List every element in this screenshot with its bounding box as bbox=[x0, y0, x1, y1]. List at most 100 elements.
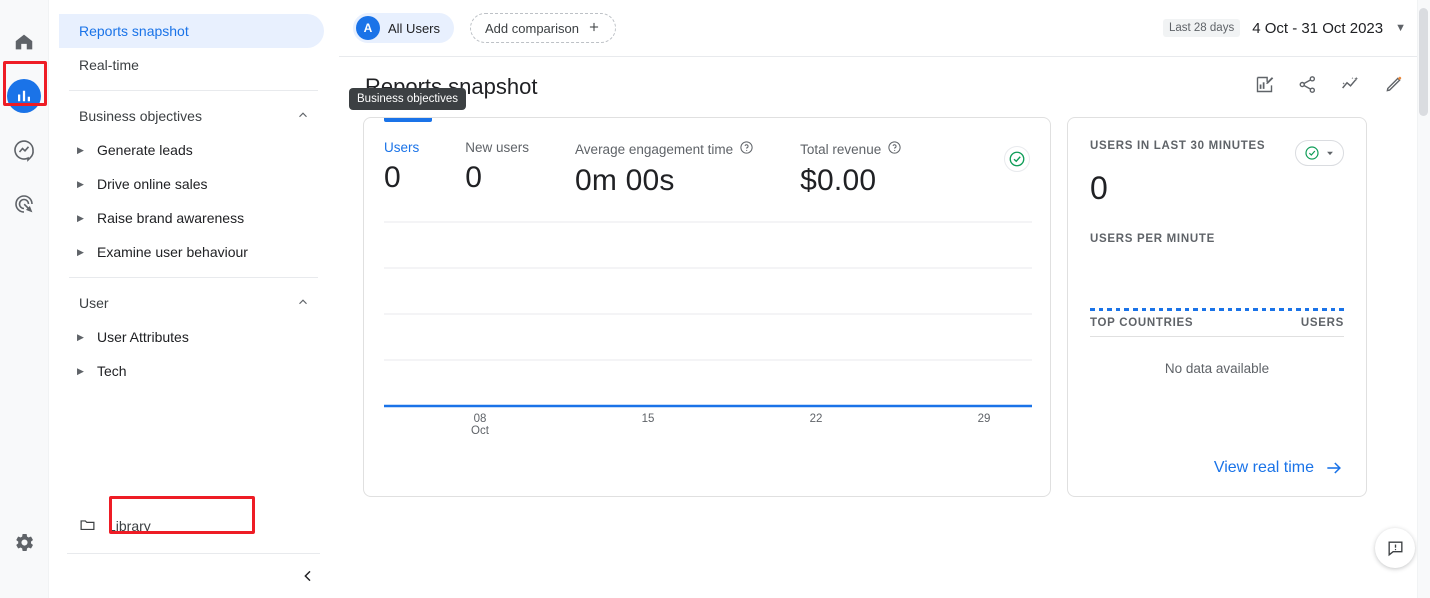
bar bbox=[1158, 308, 1164, 311]
date-range-selector[interactable]: Last 28 days 4 Oct - 31 Oct 2023 ▼ bbox=[1162, 19, 1406, 37]
metric-users[interactable]: Users 0 bbox=[384, 140, 419, 195]
sidebar-item-label: User Attributes bbox=[97, 329, 189, 345]
chevron-right-icon: ▶ bbox=[77, 178, 84, 189]
bar bbox=[1210, 308, 1215, 311]
feedback-icon bbox=[1387, 540, 1403, 556]
chevron-left-icon bbox=[304, 570, 311, 582]
sidebar-group-label: Business objectives bbox=[79, 108, 202, 124]
active-tab-indicator bbox=[384, 118, 432, 122]
nav-divider-1 bbox=[69, 90, 318, 91]
bar bbox=[1339, 308, 1344, 311]
sidebar-item-library[interactable]: Library bbox=[59, 509, 324, 543]
analytics-app: Reports snapshot Real-time Business obje… bbox=[0, 0, 1430, 598]
bar bbox=[1201, 308, 1207, 311]
insights-icon[interactable] bbox=[1340, 74, 1361, 100]
metric-average-engagement-time[interactable]: Average engagement time 0m 00s bbox=[575, 140, 754, 198]
sidebar-item-user-attributes[interactable]: ▶ User Attributes bbox=[59, 320, 338, 354]
bar bbox=[1313, 308, 1319, 311]
chevron-up-icon[interactable] bbox=[296, 295, 310, 312]
metric-label: New users bbox=[465, 140, 530, 155]
bar bbox=[1175, 308, 1181, 311]
chevron-up-icon[interactable] bbox=[296, 108, 310, 125]
check-circle-icon bbox=[1305, 146, 1319, 160]
bar bbox=[1184, 308, 1190, 311]
plus-icon bbox=[587, 20, 601, 37]
edit-icon[interactable] bbox=[1383, 74, 1404, 100]
nav-tooltip: Business objectives bbox=[349, 88, 466, 110]
gear-icon[interactable] bbox=[4, 522, 44, 562]
sidebar-item-drive-online-sales[interactable]: ▶ Drive online sales bbox=[59, 167, 338, 201]
bar bbox=[1107, 308, 1112, 311]
metric-total-revenue[interactable]: Total revenue $0.00 bbox=[800, 140, 902, 198]
bar bbox=[1115, 308, 1121, 311]
page-actions bbox=[1254, 74, 1404, 100]
sidebar-group-user[interactable]: User bbox=[59, 286, 324, 320]
bar bbox=[1193, 308, 1198, 311]
date-range-text: 4 Oct - 31 Oct 2023 bbox=[1252, 19, 1384, 37]
advertising-icon[interactable] bbox=[4, 184, 44, 224]
sidebar-group-label: User bbox=[79, 295, 109, 311]
bar bbox=[1227, 308, 1233, 311]
sidebar-group-business-objectives[interactable]: Business objectives bbox=[59, 99, 324, 133]
arrow-right-icon bbox=[1327, 462, 1341, 474]
users-per-minute-chart bbox=[1090, 259, 1344, 311]
realtime-footer[interactable]: View real time bbox=[1090, 458, 1344, 478]
realtime-toggle[interactable] bbox=[1295, 140, 1344, 166]
chevron-right-icon: ▶ bbox=[77, 212, 84, 223]
bar bbox=[1304, 308, 1310, 311]
metric-value: 0 bbox=[465, 161, 483, 194]
icon-rail bbox=[0, 0, 49, 598]
bar bbox=[1296, 308, 1301, 311]
sidebar-item-raise-brand-awareness[interactable]: ▶ Raise brand awareness bbox=[59, 201, 338, 235]
metric-new-users[interactable]: New users 0 bbox=[465, 140, 529, 195]
metrics-overview-card: Users 0 New users 0 Average engagement t… bbox=[363, 117, 1051, 497]
metric-value: 0m 00s bbox=[575, 164, 675, 197]
view-real-time-link[interactable]: View real time bbox=[1214, 459, 1314, 477]
reports-active-circle bbox=[7, 79, 41, 113]
sidebar-item-real-time[interactable]: Real-time bbox=[59, 48, 324, 82]
sidebar-item-tech[interactable]: ▶ Tech bbox=[59, 354, 338, 388]
feedback-button[interactable] bbox=[1375, 528, 1415, 568]
cards-row-1: Users 0 New users 0 Average engagement t… bbox=[363, 117, 1406, 497]
chevron-down-icon bbox=[1327, 151, 1333, 156]
sidebar-item-examine-user-behaviour[interactable]: ▶ Examine user behaviour bbox=[59, 235, 338, 269]
report-cards: Users 0 New users 0 Average engagement t… bbox=[339, 117, 1430, 497]
help-icon[interactable] bbox=[887, 140, 902, 158]
collapse-nav-button[interactable] bbox=[49, 554, 338, 598]
customize-report-icon[interactable] bbox=[1254, 74, 1275, 100]
share-icon[interactable] bbox=[1297, 74, 1318, 100]
add-comparison-button[interactable]: Add comparison bbox=[470, 13, 616, 43]
bar bbox=[1218, 308, 1224, 311]
bar bbox=[1132, 308, 1138, 311]
audience-chip-label: All Users bbox=[388, 20, 441, 36]
sidebar-item-label: Examine user behaviour bbox=[97, 244, 248, 260]
svg-text:29: 29 bbox=[978, 413, 991, 425]
sidebar-item-label: Tech bbox=[97, 363, 127, 379]
bar bbox=[1124, 308, 1129, 311]
explore-icon[interactable] bbox=[4, 130, 44, 170]
status-badge[interactable] bbox=[1004, 146, 1030, 172]
home-icon[interactable] bbox=[4, 22, 44, 62]
bar bbox=[1287, 308, 1293, 311]
sidebar-item-label: Drive online sales bbox=[97, 176, 208, 192]
audience-chip-all-users[interactable]: A All Users bbox=[353, 13, 455, 43]
left-navigation: Reports snapshot Real-time Business obje… bbox=[49, 0, 339, 598]
users-over-time-chart[interactable]: 08 Oct 15 22 29 bbox=[384, 214, 1032, 444]
top-bar: A All Users Add comparison Last 28 days … bbox=[339, 0, 1430, 57]
svg-text:08: 08 bbox=[474, 413, 487, 425]
column-header-users: USERS bbox=[1300, 317, 1344, 329]
chevron-down-icon[interactable]: ▼ bbox=[1395, 22, 1406, 34]
top-countries-table-header: TOP COUNTRIES USERS bbox=[1090, 317, 1344, 337]
sidebar-item-generate-leads[interactable]: ▶ Generate leads bbox=[59, 133, 338, 167]
help-icon[interactable] bbox=[739, 140, 754, 158]
bar bbox=[1150, 308, 1155, 311]
chevron-right-icon: ▶ bbox=[77, 331, 84, 342]
realtime-header: USERS IN LAST 30 MINUTES bbox=[1090, 140, 1344, 166]
realtime-value: 0 bbox=[1090, 170, 1108, 206]
check-circle-icon bbox=[1009, 151, 1025, 167]
reports-icon[interactable] bbox=[4, 76, 44, 116]
sidebar-item-reports-snapshot[interactable]: Reports snapshot bbox=[59, 14, 324, 48]
sidebar-item-label: Raise brand awareness bbox=[97, 210, 245, 226]
metric-label: Average engagement time bbox=[575, 140, 754, 158]
vertical-scrollbar[interactable] bbox=[1419, 8, 1428, 116]
